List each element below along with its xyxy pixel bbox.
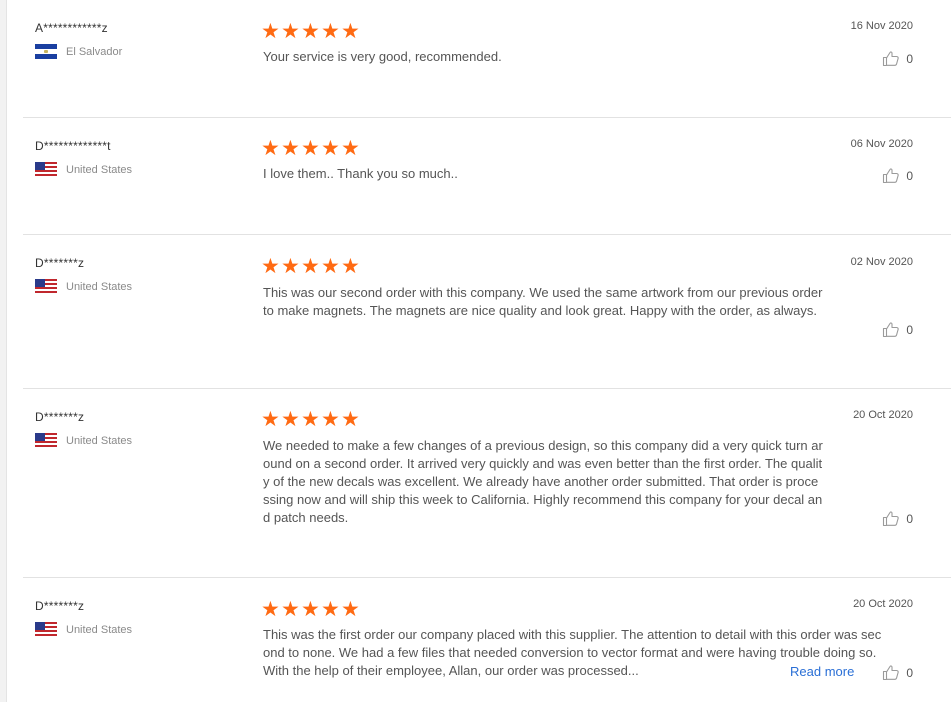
star-icon: ★ (301, 598, 320, 621)
review-list: A************z El Salvador ★ ★ ★ ★ ★ You… (23, 0, 951, 702)
reviewer-name: A************z (35, 21, 108, 35)
left-edge-rule (0, 0, 7, 702)
like-button[interactable]: 0 (882, 321, 913, 338)
star-icon: ★ (341, 598, 360, 621)
review-text: This was our second order with this comp… (263, 285, 823, 318)
like-count: 0 (906, 51, 913, 66)
thumbs-up-icon (883, 168, 900, 184)
reviewer-country: United States (35, 162, 132, 177)
star-icon: ★ (341, 255, 360, 278)
star-icon: ★ (281, 137, 300, 160)
review-date: 02 Nov 2020 (850, 256, 913, 268)
star-icon: ★ (281, 20, 300, 43)
review-text: We needed to make a few changes of a pre… (263, 438, 823, 525)
united-states-flag-icon (35, 622, 57, 637)
review-item: D*******z United States ★ ★ ★ ★ ★ This w… (23, 235, 951, 389)
country-label: El Salvador (66, 45, 123, 58)
country-label: United States (66, 163, 133, 176)
country-label: United States (66, 434, 133, 447)
country-label: United States (66, 280, 133, 293)
review-date: 06 Nov 2020 (850, 138, 913, 150)
reviewer-country: United States (35, 279, 132, 294)
star-rating: ★ ★ ★ ★ ★ (261, 598, 360, 621)
star-icon: ★ (281, 255, 300, 278)
reviewer-name: D*******z (35, 410, 85, 424)
united-states-flag-icon (35, 162, 57, 177)
star-icon: ★ (321, 255, 340, 278)
star-icon: ★ (261, 598, 280, 621)
review-item: D*******z United States ★ ★ ★ ★ ★ This w… (23, 578, 951, 702)
thumbs-up-icon (883, 322, 900, 338)
star-icon: ★ (321, 408, 340, 431)
star-rating: ★ ★ ★ ★ ★ (261, 137, 360, 160)
like-count: 0 (906, 322, 913, 337)
star-icon: ★ (341, 137, 360, 160)
star-icon: ★ (321, 598, 340, 621)
star-icon: ★ (261, 20, 280, 43)
star-icon: ★ (341, 408, 360, 431)
review-item: D*******z United States ★ ★ ★ ★ ★ We nee… (23, 389, 951, 578)
star-icon: ★ (301, 137, 320, 160)
star-icon: ★ (281, 598, 300, 621)
star-icon: ★ (341, 20, 360, 43)
united-states-flag-icon (35, 433, 57, 448)
reviewer-name: D*************t (35, 139, 111, 153)
el-salvador-flag-icon (35, 44, 57, 59)
star-rating: ★ ★ ★ ★ ★ (261, 255, 360, 278)
review-text: I love them.. Thank you so much.. (263, 166, 458, 181)
review-text: Your service is very good, recommended. (263, 49, 502, 64)
star-icon: ★ (261, 408, 280, 431)
like-button[interactable]: 0 (882, 664, 913, 681)
reviewer-country: United States (35, 622, 132, 637)
thumbs-up-icon (883, 51, 900, 67)
review-date: 20 Oct 2020 (853, 409, 913, 421)
like-count: 0 (906, 511, 913, 526)
star-icon: ★ (321, 20, 340, 43)
star-rating: ★ ★ ★ ★ ★ (261, 20, 360, 43)
read-more-link[interactable]: Read more (790, 664, 854, 679)
star-icon: ★ (261, 137, 280, 160)
reviewer-country: El Salvador (35, 44, 122, 59)
reviewer-country: United States (35, 433, 132, 448)
united-states-flag-icon (35, 279, 57, 294)
review-item: D*************t United States ★ ★ ★ ★ ★ … (23, 118, 951, 235)
like-button[interactable]: 0 (882, 510, 913, 527)
review-date: 20 Oct 2020 (853, 598, 913, 610)
star-icon: ★ (261, 255, 280, 278)
star-icon: ★ (301, 408, 320, 431)
star-icon: ★ (321, 137, 340, 160)
like-count: 0 (906, 665, 913, 680)
review-item: A************z El Salvador ★ ★ ★ ★ ★ You… (23, 0, 951, 118)
star-icon: ★ (281, 408, 300, 431)
like-button[interactable]: 0 (882, 50, 913, 67)
country-label: United States (66, 623, 133, 636)
like-button[interactable]: 0 (882, 167, 913, 184)
star-icon: ★ (301, 20, 320, 43)
reviewer-name: D*******z (35, 256, 85, 270)
star-rating: ★ ★ ★ ★ ★ (261, 408, 360, 431)
star-icon: ★ (301, 255, 320, 278)
thumbs-up-icon (883, 511, 900, 527)
thumbs-up-icon (883, 665, 900, 681)
reviewer-name: D*******z (35, 599, 85, 613)
review-date: 16 Nov 2020 (850, 20, 913, 32)
like-count: 0 (906, 168, 913, 183)
